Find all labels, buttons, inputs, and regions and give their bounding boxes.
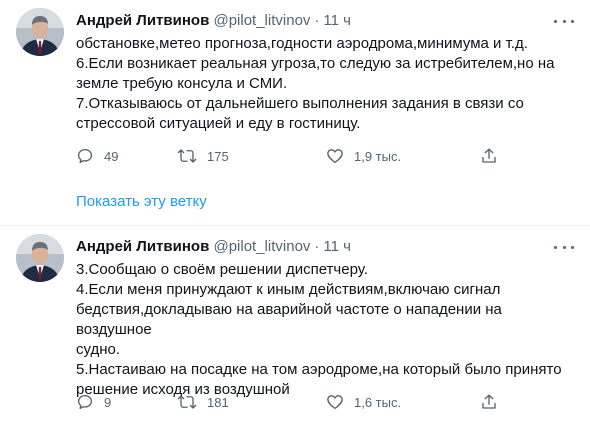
tweet-line: 5.Настаиваю на посадке на том аэродроме,… [76, 361, 562, 378]
tweet-actions: 9 181 1,6 тыс. [76, 392, 506, 412]
show-thread-link[interactable]: Показать эту ветку [76, 192, 207, 212]
retweet-icon [177, 149, 197, 163]
share-icon [482, 394, 496, 409]
tweet-line: 7.Отказываюсь от дальнейшего выполнения … [76, 95, 524, 112]
like-count: 1,6 тыс. [354, 394, 402, 410]
tweet[interactable]: Андрей Литвинов @pilot_litvinov · 11 ч обс… [0, 0, 590, 176]
heart-icon [327, 395, 343, 410]
reply-count: 9 [104, 394, 112, 410]
reply-count: 49 [104, 148, 119, 164]
retweet-button[interactable]: 181 [177, 392, 229, 412]
tweet-header: Андрей Литвинов @pilot_litvinov · 11 ч [76, 237, 351, 257]
timestamp[interactable]: 11 ч [323, 12, 351, 29]
avatar-image [16, 8, 64, 56]
avatar-image [16, 234, 64, 282]
retweet-button[interactable]: 175 [177, 146, 229, 166]
retweet-count: 175 [207, 148, 229, 164]
tweet-line: 6.Если возникает реальная угроза,то след… [76, 55, 555, 72]
tweet-text: 3.Сообщаю о своём решении диспетчеру. 4.… [76, 260, 571, 400]
like-count: 1,9 тыс. [354, 148, 402, 164]
more-icon[interactable] [554, 12, 574, 30]
tweet-line: обстановке,метео прогноза,годности аэрод… [76, 35, 528, 52]
more-icon[interactable] [554, 238, 574, 256]
reply-button[interactable]: 9 [76, 392, 111, 412]
tweet-line: бедствия,докладываю на аварийной частоте… [76, 301, 502, 338]
timestamp[interactable]: 11 ч [323, 238, 351, 255]
author-name[interactable]: Андрей Литвинов [76, 12, 209, 29]
author-handle[interactable]: @pilot_litvinov [213, 12, 310, 29]
separator: · [314, 12, 320, 29]
separator: · [314, 238, 320, 255]
retweet-icon [177, 395, 197, 409]
tweet-text: обстановке,метео прогноза,годности аэрод… [76, 34, 571, 134]
share-button[interactable] [480, 392, 508, 412]
tweet-line: земле требую консула и СМИ. [76, 75, 288, 92]
tweet-actions: 49 175 1,9 тыс. [76, 146, 506, 166]
tweet-header: Андрей Литвинов @pilot_litvinov · 11 ч [76, 11, 351, 31]
share-icon [482, 148, 496, 163]
reply-button[interactable]: 49 [76, 146, 118, 166]
avatar[interactable] [16, 234, 64, 282]
tweet-line: стрессовой ситуацией и еду в гостиницу. [76, 115, 361, 132]
tweet-line: 3.Сообщаю о своём решении диспетчеру. [76, 261, 368, 278]
avatar[interactable] [16, 8, 64, 56]
tweet-line: 4.Если меня принуждают к иным действиям,… [76, 281, 501, 298]
share-button[interactable] [480, 146, 508, 166]
reply-icon [77, 394, 93, 410]
reply-icon [77, 148, 93, 164]
heart-icon [327, 149, 343, 164]
author-name[interactable]: Андрей Литвинов [76, 238, 209, 255]
like-button[interactable]: 1,6 тыс. [326, 392, 401, 412]
author-handle[interactable]: @pilot_litvinov [213, 238, 310, 255]
like-button[interactable]: 1,9 тыс. [326, 146, 401, 166]
tweet-line: судно. [76, 341, 121, 358]
retweet-count: 181 [207, 394, 229, 410]
